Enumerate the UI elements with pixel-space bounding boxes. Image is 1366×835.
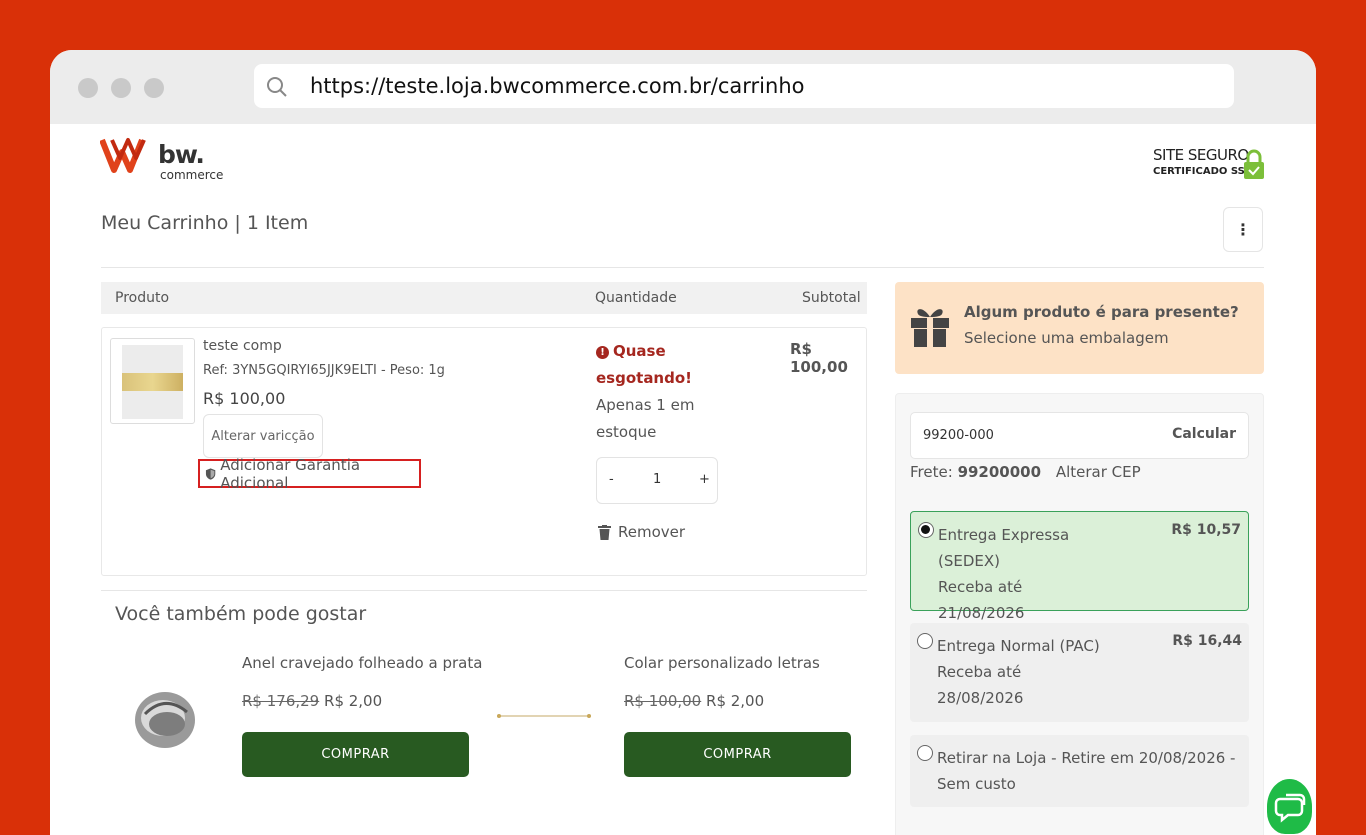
shipping-option-text: Entrega Normal (PAC) Receba até 28/08/20… — [937, 633, 1107, 711]
buy-button[interactable]: COMPRAR — [242, 732, 469, 777]
calculate-button[interactable]: Calcular — [1172, 426, 1236, 442]
shipping-option-price: R$ 16,44 — [1172, 633, 1242, 649]
warranty-label: Adicionar Garantia Adicional — [220, 455, 361, 492]
logo-subtext: commerce — [160, 168, 224, 182]
shipping-option-text: Entrega Expressa (SEDEX) Receba até 21/0… — [938, 522, 1088, 626]
address-bar[interactable]: https://teste.loja.bwcommerce.com.br/car… — [254, 64, 1234, 108]
add-warranty-link[interactable]: Adicionar Garantia Adicional — [198, 456, 421, 492]
new-price: R$ 2,00 — [324, 692, 383, 710]
old-price: R$ 100,00 — [624, 692, 702, 710]
recommendations-title: Você também pode gostar — [115, 603, 367, 625]
chat-button[interactable] — [1267, 779, 1312, 834]
stock-warning-text: Quase esgotando! — [596, 342, 692, 387]
frete-label: Frete: — [910, 463, 953, 481]
recommendation-name[interactable]: Anel cravejado folheado a prata — [242, 654, 482, 672]
shipping-option-pac[interactable]: Entrega Normal (PAC) Receba até 28/08/20… — [910, 623, 1249, 722]
radio-unselected[interactable] — [917, 745, 933, 761]
col-quantity: Quantidade — [595, 290, 677, 306]
shipping-option-name: Entrega Normal (PAC) — [937, 637, 1100, 655]
col-subtotal: Subtotal — [802, 290, 861, 306]
cart-title: Meu Carrinho | 1 Item — [101, 212, 309, 234]
shipping-panel: 99200-000 Calcular Frete: 99200000 Alter… — [895, 393, 1264, 835]
shield-icon — [205, 467, 216, 480]
quantity-stepper: - 1 + — [596, 457, 718, 504]
ssl-subtitle: CERTIFICADO SSL — [1153, 166, 1252, 177]
shipping-option-name: Entrega Expressa (SEDEX) — [938, 526, 1070, 570]
item-subtotal: R$ 100,00 — [790, 340, 848, 376]
buy-button[interactable]: COMPRAR — [624, 732, 851, 777]
cep-field[interactable]: 99200-000 Calcular — [910, 412, 1249, 459]
logo-text: bw. — [158, 140, 205, 169]
lock-icon — [1244, 149, 1264, 179]
change-variation-button[interactable]: Alterar varicção — [203, 414, 323, 458]
remove-label: Remover — [618, 523, 686, 541]
product-thumbnail[interactable] — [110, 338, 195, 424]
product-image[interactable] — [495, 654, 593, 778]
shipping-option-eta: Receba até 28/08/2026 — [937, 663, 1024, 707]
product-image — [122, 345, 183, 419]
recommendation-name[interactable]: Colar personalizado letras — [624, 654, 820, 672]
url-text: https://teste.loja.bwcommerce.com.br/car… — [310, 74, 805, 98]
chat-icon — [1274, 793, 1306, 823]
col-product: Produto — [115, 290, 170, 306]
kebab-menu-icon: ⋮ — [1235, 220, 1251, 239]
cart-item: teste comp Ref: 3YN5GQIRYI65JJK9ELTI - P… — [101, 327, 867, 576]
product-image[interactable] — [115, 654, 213, 778]
ssl-title: SITE SEGURO — [1153, 146, 1249, 164]
cep-input[interactable]: 99200-000 — [923, 428, 994, 443]
stock-available: Apenas 1 em estoque — [596, 396, 695, 441]
cart-table-header: Produto Quantidade Subtotal — [101, 282, 867, 314]
browser-chrome: https://teste.loja.bwcommerce.com.br/car… — [50, 50, 1316, 124]
cart-page: bw. commerce SITE SEGURO CERTIFICADO SSL… — [50, 124, 1316, 835]
shipping-option-sedex[interactable]: Entrega Expressa (SEDEX) Receba até 21/0… — [910, 511, 1249, 622]
store-logo[interactable]: bw. commerce — [99, 134, 230, 182]
frete-info: Frete: 99200000 Alterar CEP — [910, 463, 1141, 481]
section-divider — [101, 590, 867, 591]
frete-cep: 99200000 — [957, 463, 1042, 481]
recommendation-price: R$ 100,00 R$ 2,00 — [624, 692, 764, 710]
header-divider — [101, 267, 1264, 268]
search-icon — [267, 77, 287, 97]
shipping-option-pickup[interactable]: Retirar na Loja - Retire em 20/08/2026 -… — [910, 735, 1249, 807]
product-name[interactable]: teste comp — [203, 338, 282, 354]
change-cep-link[interactable]: Alterar CEP — [1056, 463, 1141, 481]
product-price: R$ 100,00 — [203, 389, 286, 408]
radio-selected[interactable] — [918, 522, 934, 538]
product-ref: Ref: 3YN5GQIRYI65JJK9ELTI - Peso: 1g — [203, 363, 445, 378]
qty-increase-button[interactable]: + — [699, 472, 710, 487]
stock-warning: ! Quase esgotando! — [596, 338, 706, 392]
gift-subtitle: Selecione uma embalagem — [964, 329, 1169, 347]
radio-unselected[interactable] — [917, 633, 933, 649]
trash-icon — [598, 524, 611, 540]
shipping-option-eta: Receba até 21/08/2026 — [938, 578, 1025, 622]
window-minimize-dot[interactable] — [111, 78, 131, 98]
new-price: R$ 2,00 — [706, 692, 765, 710]
qty-value[interactable]: 1 — [653, 472, 661, 487]
ssl-seal: SITE SEGURO CERTIFICADO SSL — [1153, 146, 1268, 182]
shipping-option-price: R$ 10,57 — [1171, 522, 1241, 538]
more-options-button[interactable]: ⋮ — [1223, 207, 1263, 252]
browser-window: https://teste.loja.bwcommerce.com.br/car… — [50, 50, 1316, 835]
window-maximize-dot[interactable] — [144, 78, 164, 98]
gift-wrap-banner[interactable]: Algum produto é para presente? Selecione… — [895, 282, 1264, 374]
shipping-option-name: Retirar na Loja - Retire em 20/08/2026 -… — [937, 749, 1236, 793]
alert-icon: ! — [596, 346, 609, 359]
remove-button[interactable]: Remover — [598, 523, 685, 541]
window-close-dot[interactable] — [78, 78, 98, 98]
gift-icon — [911, 309, 949, 347]
logo-mark-icon — [99, 138, 146, 173]
product-image-band — [122, 373, 183, 391]
recommendation-price: R$ 176,29 R$ 2,00 — [242, 692, 382, 710]
qty-decrease-button[interactable]: - — [609, 472, 614, 487]
old-price: R$ 176,29 — [242, 692, 320, 710]
gift-title: Algum produto é para presente? — [964, 303, 1239, 321]
